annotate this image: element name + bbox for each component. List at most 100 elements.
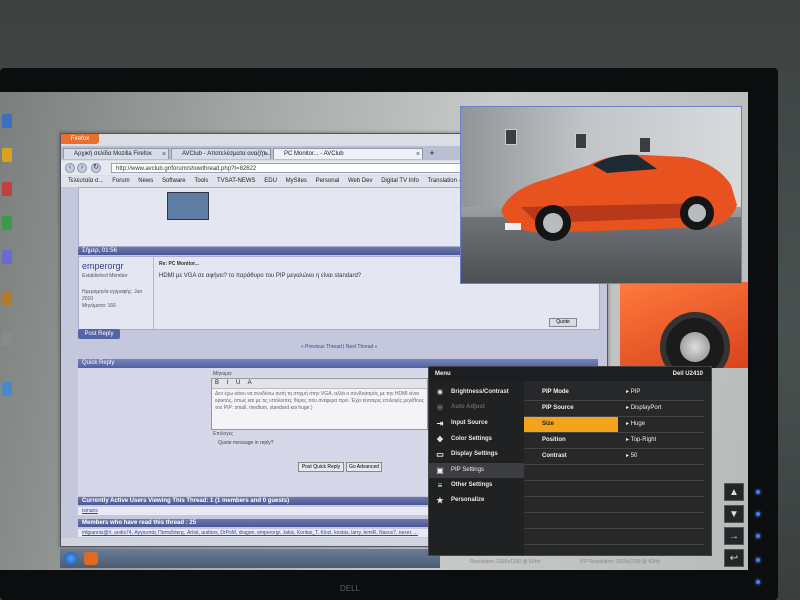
osd-row-value: ▸ PIP (626, 389, 641, 395)
post-reply-button[interactable]: Post Reply (78, 329, 120, 339)
desktop-icon[interactable] (2, 382, 12, 396)
message-label: Μήνυμα: (213, 371, 233, 377)
quote-checkbox[interactable]: Quote message in reply? (218, 440, 274, 446)
post-quick-reply-button[interactable]: Post Quick Reply (298, 462, 344, 472)
bookmark-item[interactable]: EDU (264, 178, 277, 184)
desktop-icon[interactable] (2, 216, 12, 230)
osd-row-size[interactable]: Size ▸ Huge (524, 417, 704, 433)
tab-avclub-search[interactable]: AVClub - Αποτελέσματα αναζήτ... × (171, 148, 271, 159)
close-icon[interactable]: × (416, 149, 420, 159)
taskbar-firefox-icon[interactable] (84, 552, 98, 565)
post-image[interactable] (167, 192, 209, 220)
osd-empty-row (524, 481, 704, 497)
osd-category-list: ☀ Brightness/Contrast ⊕ Auto Adjust ⇥ In… (429, 381, 524, 555)
osd-menu-label: Menu (435, 371, 451, 377)
osd-row-label: Position (542, 437, 566, 443)
bookmark-item[interactable]: Personal (316, 178, 340, 184)
bookmark-item[interactable]: Forum (112, 178, 129, 184)
back-button[interactable]: ↩ (724, 549, 744, 567)
post-username[interactable]: emperorgr (82, 261, 124, 271)
button-led (756, 490, 760, 494)
button-led (756, 512, 760, 516)
osd-settings-panel: PIP Mode ▸ PIP PIP Source ▸ DisplayPort … (524, 381, 711, 555)
tab-label: Αρχική σελίδα Mozilla Firefox (74, 151, 152, 157)
tab-label: PC Monitor... - AVClub (284, 151, 344, 157)
bookmark-item[interactable]: News (138, 178, 153, 184)
osd-row-value: ▸ 50 (626, 453, 638, 459)
bookmark-item[interactable]: Software (162, 178, 186, 184)
osd-item-input-source[interactable]: ⇥ Input Source (429, 416, 524, 431)
desktop-icon[interactable] (2, 250, 12, 264)
osd-row-label: PIP Mode (542, 389, 569, 395)
osd-item-other-settings[interactable]: ≡ Other Settings (429, 478, 524, 493)
osd-row-position[interactable]: Position ▸ Top-Right (524, 433, 704, 449)
input-source-icon: ⇥ (436, 419, 444, 428)
wallpaper-tire (660, 312, 730, 368)
osd-empty-row (524, 513, 704, 529)
tab-pc-monitor[interactable]: PC Monitor... - AVClub × (273, 148, 423, 159)
close-icon[interactable]: × (162, 149, 166, 159)
osd-item-personalize[interactable]: ★ Personalize (429, 493, 524, 508)
osd-item-label: Color Settings (451, 436, 493, 442)
star-icon: ★ (436, 496, 444, 505)
forward-icon[interactable]: › (77, 163, 87, 173)
osd-row-value: ▸ Huge (618, 417, 704, 432)
button-led (756, 534, 760, 538)
osd-row-pip-source[interactable]: PIP Source ▸ DisplayPort (524, 401, 704, 417)
osd-empty-row (524, 529, 704, 545)
desktop-icon[interactable] (2, 332, 12, 346)
new-tab-button[interactable]: + (427, 149, 437, 159)
osd-row-label: Contrast (542, 453, 567, 459)
osd-item-label: Brightness/Contrast (451, 389, 509, 395)
desktop-icon[interactable] (2, 292, 12, 306)
osd-model-name: Dell U2410 (672, 371, 703, 377)
monitor-osd-menu: Menu Dell U2410 ☀ Brightness/Contrast ⊕ … (428, 366, 712, 556)
bookmark-item[interactable]: Tools (194, 178, 208, 184)
other-settings-icon: ≡ (437, 481, 443, 490)
close-icon[interactable]: × (264, 149, 268, 159)
firefox-menu-button[interactable]: Firefox (61, 134, 99, 144)
bookmark-item[interactable]: Digital TV Info (381, 178, 419, 184)
osd-item-color-settings[interactable]: ❖ Color Settings (429, 432, 524, 447)
osd-row-pip-mode[interactable]: PIP Mode ▸ PIP (524, 385, 704, 401)
quote-button[interactable]: Quote (549, 318, 577, 327)
color-settings-icon: ❖ (436, 435, 444, 444)
editor-content[interactable]: Δεν έχω κάνει να συνδέσω αυτή τη στιγμή … (212, 389, 427, 414)
osd-empty-row (524, 465, 704, 481)
osd-item-pip-settings[interactable]: ▣ PIP Settings (429, 463, 524, 478)
osd-empty-row (524, 497, 704, 513)
display-settings-icon: ▭ (436, 450, 444, 459)
bookmark-item[interactable]: MySites (286, 178, 307, 184)
go-advanced-button[interactable]: Go Advanced (346, 462, 382, 472)
up-button[interactable]: ▲ (724, 483, 744, 501)
user-posts: Μηνύματα: 166 (82, 303, 116, 309)
down-button[interactable]: ▼ (724, 505, 744, 523)
bookmark-item[interactable]: Τελευταία σ... (68, 178, 104, 184)
thread-nav-links[interactable]: « Previous Thread | Next Thread » (301, 344, 377, 351)
message-editor[interactable]: B I U A Δεν έχω κάνει να συνδέσω αυτή τη… (211, 378, 428, 430)
pip-window (460, 106, 742, 284)
taskbar (60, 549, 440, 568)
osd-row-contrast[interactable]: Contrast ▸ 50 (524, 449, 704, 465)
post-title: Re: PC Monitor... (159, 261, 199, 267)
editor-toolbar[interactable]: B I U A (212, 379, 427, 389)
osd-item-auto-adjust[interactable]: ⊕ Auto Adjust (429, 400, 524, 415)
bezel-brand: DELL (340, 584, 361, 593)
start-button[interactable] (64, 552, 78, 565)
user-title: Established Member (82, 273, 128, 279)
power-led (756, 580, 760, 584)
bookmark-item[interactable]: TVSAT-NEWS (217, 178, 256, 184)
osd-item-label: Display Settings (451, 451, 498, 457)
tab-mozilla-home[interactable]: Αρχική σελίδα Mozilla Firefox × (63, 148, 169, 159)
osd-item-display-settings[interactable]: ▭ Display Settings (429, 447, 524, 462)
reload-icon[interactable]: ↻ (91, 163, 101, 173)
auto-adjust-icon: ⊕ (436, 403, 444, 412)
enter-button[interactable]: → (724, 527, 744, 545)
bookmark-item[interactable]: Web Dev (348, 178, 373, 184)
back-icon[interactable]: ‹ (65, 163, 75, 173)
desktop-icon[interactable] (2, 148, 12, 162)
desktop-icon[interactable] (2, 114, 12, 128)
desktop-icon[interactable] (2, 182, 12, 196)
osd-item-brightness-contrast[interactable]: ☀ Brightness/Contrast (429, 385, 524, 400)
post-author-column: emperorgr Established Member Ημερομηνία … (79, 257, 154, 329)
